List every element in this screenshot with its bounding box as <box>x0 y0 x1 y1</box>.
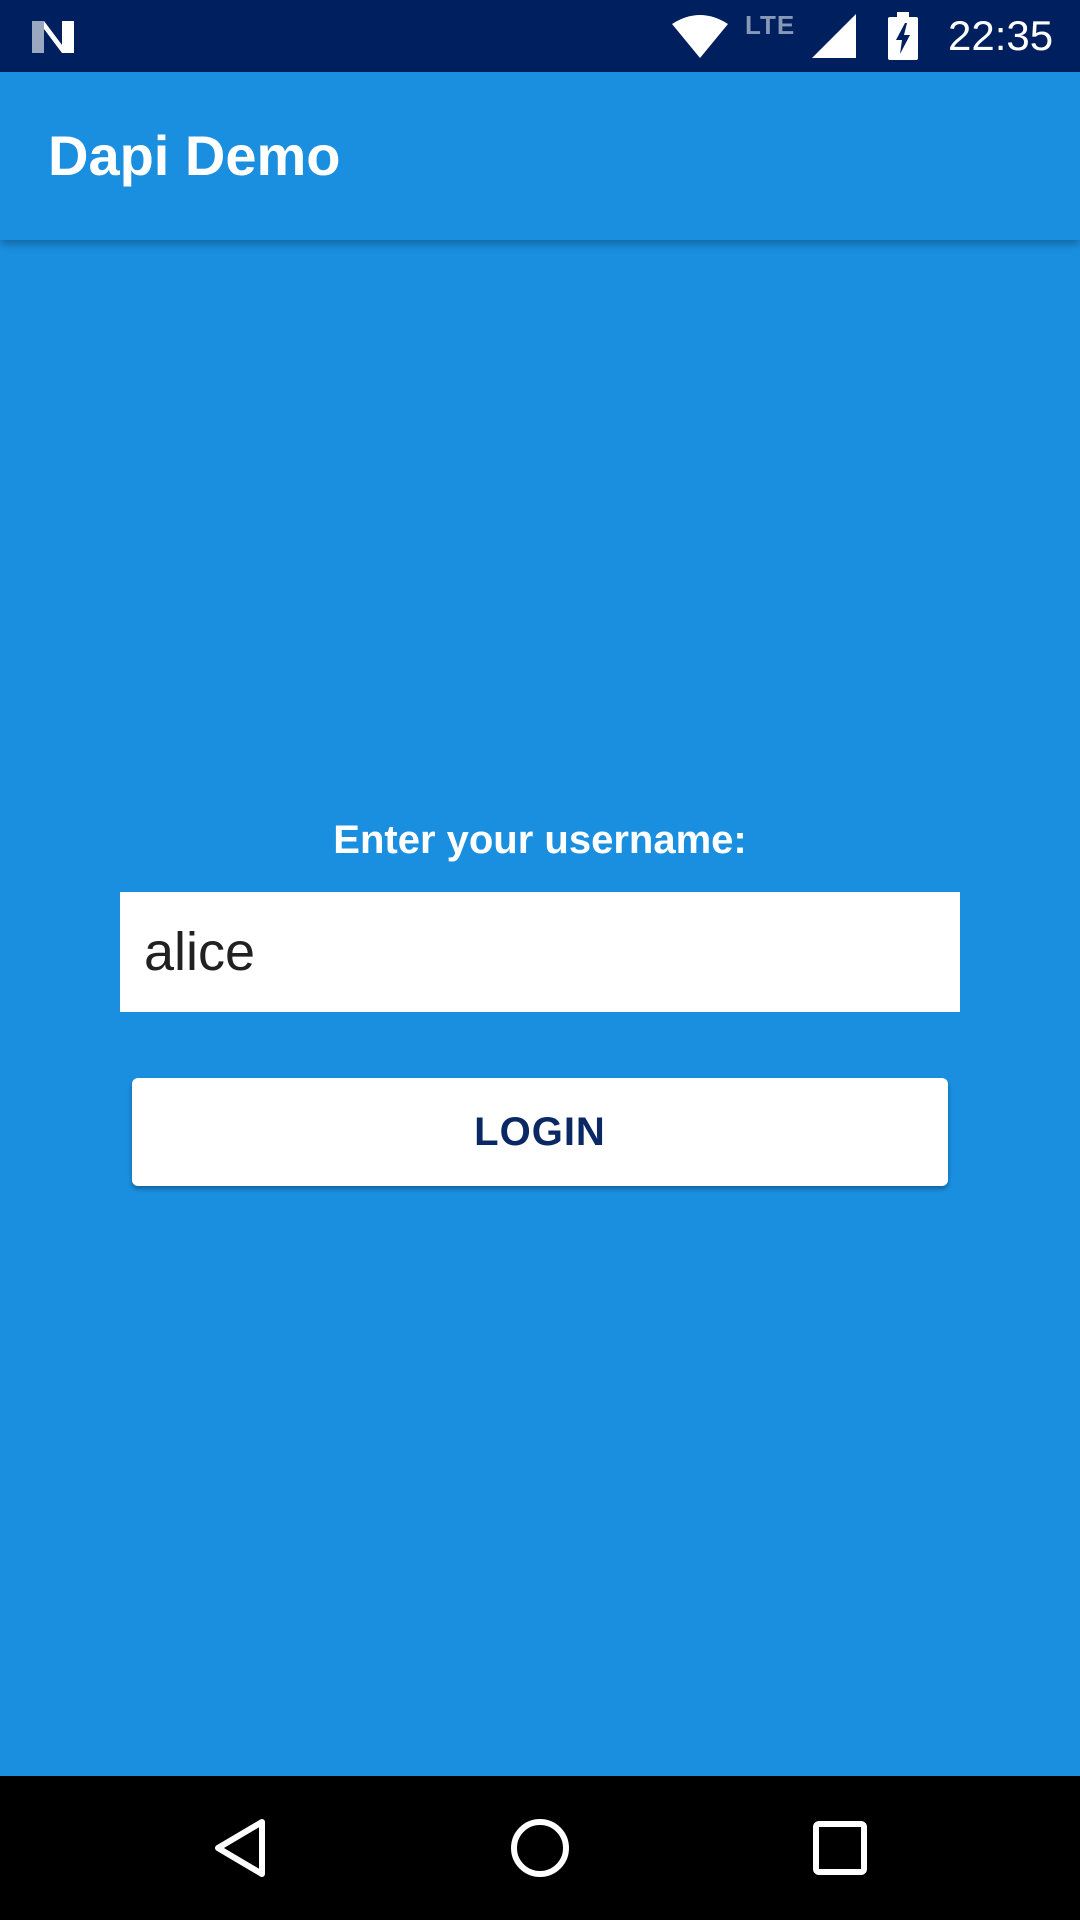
status-bar: LTE 22:35 <box>0 0 1080 72</box>
home-icon[interactable] <box>504 1812 576 1884</box>
n-logo-icon <box>32 21 74 53</box>
username-input[interactable] <box>120 892 960 1012</box>
login-screen: LTE 22:35 Dapi Demo Enter your username:… <box>0 0 1080 1920</box>
status-clock: 22:35 <box>948 12 1054 59</box>
login-button[interactable]: LOGIN <box>132 1078 948 1186</box>
wifi-icon <box>672 15 728 58</box>
back-icon[interactable] <box>204 1812 276 1884</box>
username-prompt-label: Enter your username: <box>333 818 747 862</box>
app-bar: Dapi Demo <box>0 72 1080 240</box>
battery-charging-icon <box>888 12 918 60</box>
network-type-label: LTE <box>745 10 796 40</box>
navigation-bar <box>0 1776 1080 1920</box>
cell-signal-icon <box>812 14 856 58</box>
app-title: Dapi Demo <box>48 124 341 187</box>
recents-icon[interactable] <box>804 1812 876 1884</box>
